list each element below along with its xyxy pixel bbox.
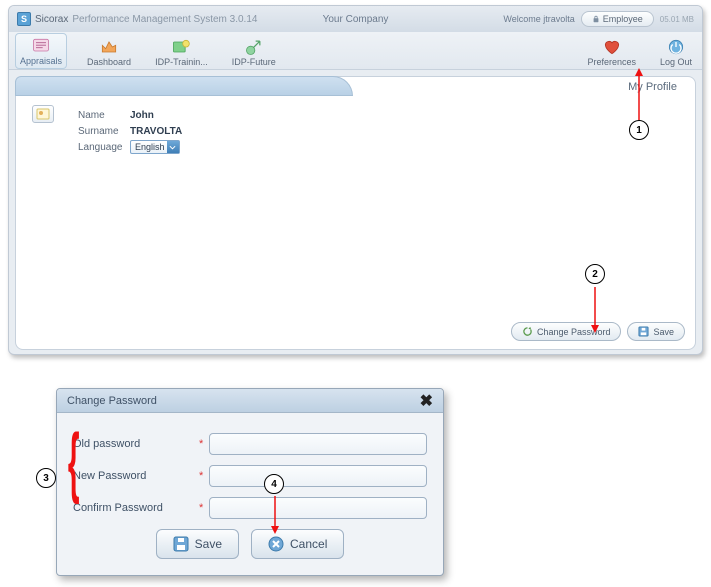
surname-label: Surname bbox=[78, 126, 130, 137]
nav-dashboard[interactable]: Dashboard bbox=[83, 35, 135, 69]
welcome-text: Welcome jtravolta bbox=[503, 14, 574, 24]
save-button[interactable]: Save bbox=[627, 322, 685, 341]
name-value: John bbox=[130, 110, 154, 121]
dialog-actions: Save Cancel bbox=[73, 529, 427, 559]
power-icon bbox=[665, 37, 687, 57]
required-marker: * bbox=[199, 438, 203, 450]
change-password-button[interactable]: Change Password bbox=[511, 322, 622, 341]
dialog-cancel-button[interactable]: Cancel bbox=[251, 529, 344, 559]
profile-card-icon bbox=[32, 105, 54, 123]
dialog-save-label: Save bbox=[195, 537, 222, 551]
nav-appraisals-label: Appraisals bbox=[20, 56, 62, 66]
nav-preferences-label: Preferences bbox=[587, 57, 636, 67]
employee-button-label: Employee bbox=[603, 14, 643, 24]
surname-value: TRAVOLTA bbox=[130, 126, 182, 137]
chevron-down-icon bbox=[167, 141, 179, 153]
dialog-titlebar: Change Password ✖ bbox=[57, 389, 443, 413]
language-select-value: English bbox=[135, 142, 165, 152]
row-confirm-password: Confirm Password * bbox=[73, 497, 427, 519]
dialog-cancel-label: Cancel bbox=[290, 537, 327, 551]
annotation-arrow-1 bbox=[632, 68, 646, 124]
titlebar: S Sicorax Performance Management System … bbox=[9, 6, 702, 32]
nav-idp-future-label: IDP-Future bbox=[232, 57, 276, 67]
field-row-surname: Surname TRAVOLTA bbox=[78, 123, 182, 139]
nav-idp-training[interactable]: IDP-Trainin... bbox=[151, 35, 212, 69]
app-logo-icon: S bbox=[17, 12, 31, 26]
nav-logout[interactable]: Log Out bbox=[656, 35, 696, 69]
annotation-brace: { bbox=[68, 423, 80, 501]
heart-icon bbox=[601, 37, 623, 57]
nav-preferences[interactable]: Preferences bbox=[583, 35, 640, 69]
nav-idp-future[interactable]: IDP-Future bbox=[228, 35, 280, 69]
save-icon bbox=[638, 326, 649, 337]
old-password-label: Old password bbox=[73, 438, 193, 450]
row-old-password: Old password * bbox=[73, 433, 427, 455]
idp-training-icon bbox=[170, 37, 192, 57]
dialog-title: Change Password bbox=[67, 395, 157, 407]
row-new-password: New Password * bbox=[73, 465, 427, 487]
employee-button[interactable]: Employee bbox=[581, 11, 654, 27]
cancel-icon bbox=[268, 536, 284, 552]
confirm-password-input[interactable] bbox=[209, 497, 427, 519]
nav-dashboard-label: Dashboard bbox=[87, 57, 131, 67]
content-tab bbox=[15, 76, 353, 96]
idp-future-icon bbox=[243, 37, 265, 57]
annotation-circle-1: 1 bbox=[629, 120, 649, 140]
required-marker: * bbox=[199, 470, 203, 482]
brand-text: Sicorax bbox=[35, 14, 68, 25]
nav-logout-label: Log Out bbox=[660, 57, 692, 67]
annotation-circle-2: 2 bbox=[585, 264, 605, 284]
required-marker: * bbox=[199, 502, 203, 514]
confirm-password-label: Confirm Password bbox=[73, 502, 193, 514]
new-password-input[interactable] bbox=[209, 465, 427, 487]
refresh-icon bbox=[522, 326, 533, 337]
close-icon[interactable]: ✖ bbox=[420, 391, 433, 411]
company-name: Your Company bbox=[323, 14, 389, 25]
field-row-language: Language English bbox=[78, 139, 182, 155]
annotation-circle-4: 4 bbox=[264, 474, 284, 494]
old-password-input[interactable] bbox=[209, 433, 427, 455]
profile-fields: Name John Surname TRAVOLTA Language Engl… bbox=[78, 107, 182, 155]
nav-idp-training-label: IDP-Trainin... bbox=[155, 57, 208, 67]
dashboard-icon bbox=[98, 37, 120, 57]
language-label: Language bbox=[78, 142, 130, 153]
annotation-arrow-2 bbox=[588, 285, 602, 333]
language-select[interactable]: English bbox=[130, 140, 180, 154]
new-password-label: New Password bbox=[73, 470, 193, 482]
memory-indicator: 05.01 MB bbox=[660, 15, 694, 24]
save-label: Save bbox=[653, 327, 674, 337]
app-subtitle: Performance Management System 3.0.14 bbox=[72, 14, 257, 25]
change-password-dialog: Change Password ✖ Old password * New Pas… bbox=[56, 388, 444, 576]
save-icon bbox=[173, 536, 189, 552]
appraisals-icon bbox=[30, 36, 52, 56]
name-label: Name bbox=[78, 110, 130, 121]
dialog-save-button[interactable]: Save bbox=[156, 529, 239, 559]
field-row-name: Name John bbox=[78, 107, 182, 123]
lock-icon bbox=[592, 15, 600, 23]
toolbar: Appraisals Dashboard IDP-Trainin... IDP-… bbox=[9, 32, 702, 70]
nav-appraisals[interactable]: Appraisals bbox=[15, 33, 67, 69]
annotation-arrow-4 bbox=[268, 494, 282, 534]
annotation-circle-3: 3 bbox=[36, 468, 56, 488]
